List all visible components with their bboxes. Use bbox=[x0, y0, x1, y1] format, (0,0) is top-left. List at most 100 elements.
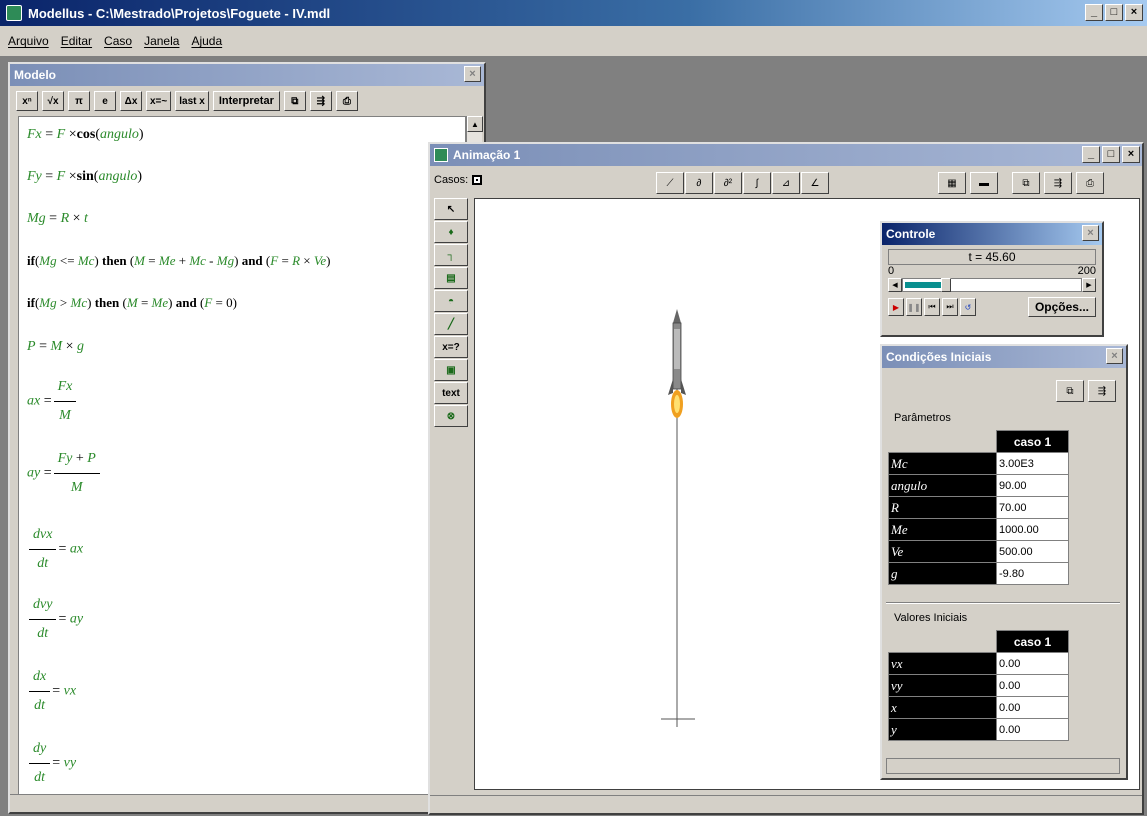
mdi-workspace: Modelo × xⁿ √x π e Δx x=~ last x Interpr… bbox=[0, 56, 1147, 816]
gauge-tool[interactable]: ◓ bbox=[434, 290, 468, 312]
equation-dx: dx dt = vx bbox=[27, 669, 76, 714]
animacao-minimize-button[interactable]: _ bbox=[1082, 146, 1100, 163]
opcoes-button[interactable]: Opções... bbox=[1027, 297, 1096, 317]
scroll-up-arrow-icon[interactable]: ▲ bbox=[467, 116, 483, 132]
graph-derivative-icon[interactable]: ∂ bbox=[685, 172, 713, 194]
power-button[interactable]: xⁿ bbox=[16, 91, 38, 111]
animacao-close-button[interactable]: × bbox=[1122, 146, 1140, 163]
condicoes-close-button[interactable]: × bbox=[1106, 348, 1123, 364]
level-indicator-tool[interactable]: ▤ bbox=[434, 267, 468, 289]
approx-button[interactable]: x=~ bbox=[146, 91, 172, 111]
graph-xy-icon[interactable]: ⟋ bbox=[656, 172, 684, 194]
variable-display-tool[interactable]: x=? bbox=[434, 336, 468, 358]
condicoes-status-bar bbox=[886, 758, 1120, 774]
select-pointer-tool[interactable]: ↖ bbox=[434, 198, 468, 220]
last-x-button[interactable]: last x bbox=[175, 91, 209, 111]
paste-icon[interactable]: ⇶ bbox=[1044, 172, 1072, 194]
interpretar-button[interactable]: Interpretar bbox=[212, 91, 280, 111]
pause-icon[interactable]: ❚❚ bbox=[906, 298, 922, 316]
var-value-input[interactable]: 0.00 bbox=[996, 696, 1069, 719]
table-row: Ve 500.00 bbox=[888, 540, 1069, 563]
slider-track[interactable] bbox=[902, 278, 1082, 292]
sqrt-button[interactable]: √x bbox=[42, 91, 64, 111]
e-button[interactable]: e bbox=[94, 91, 116, 111]
model-editor[interactable]: Fx = F ×cos(angulo) Fy = F ×sin(angulo) … bbox=[18, 116, 466, 796]
caso-1-checkbox[interactable] bbox=[472, 175, 483, 185]
time-range: 0 200 bbox=[882, 265, 1102, 277]
rewind-icon[interactable]: ⏮ bbox=[924, 298, 940, 316]
section-divider bbox=[886, 602, 1120, 604]
graph-tangent-icon[interactable]: ⊿ bbox=[772, 172, 800, 194]
time-label: t = bbox=[968, 250, 986, 264]
text-tool[interactable]: text bbox=[434, 382, 468, 404]
background-image-icon[interactable]: ▬ bbox=[970, 172, 998, 194]
controle-close-button[interactable]: × bbox=[1082, 225, 1099, 241]
var-value-input[interactable]: 0.00 bbox=[996, 674, 1069, 697]
pi-button[interactable]: π bbox=[68, 91, 90, 111]
menu-caso[interactable]: Caso bbox=[104, 34, 132, 48]
param-value-input[interactable]: 3.00E3 bbox=[996, 452, 1069, 475]
time-slider[interactable]: ◀ ▶ bbox=[888, 277, 1096, 293]
param-value-input[interactable]: -9.80 bbox=[996, 562, 1069, 585]
paste-icon[interactable]: ⇶ bbox=[309, 91, 332, 111]
controle-title-bar[interactable]: Controle × bbox=[882, 223, 1102, 245]
param-value-input[interactable]: 500.00 bbox=[996, 540, 1069, 563]
param-value-input[interactable]: 90.00 bbox=[996, 474, 1069, 497]
graph-angle-icon[interactable]: ∠ bbox=[801, 172, 829, 194]
menu-arquivo[interactable]: Arquivo bbox=[8, 34, 49, 48]
print-icon[interactable]: ⎙ bbox=[335, 91, 358, 111]
copy-icon[interactable]: ⧉ bbox=[283, 91, 306, 111]
app-restore-button[interactable]: □ bbox=[1105, 4, 1123, 21]
table-view-icon[interactable]: ▦ bbox=[938, 172, 966, 194]
paste-icon[interactable]: ⇶ bbox=[1088, 380, 1116, 402]
var-name: x bbox=[888, 696, 997, 719]
animacao-title: Animação 1 bbox=[453, 148, 521, 162]
menu-editar[interactable]: Editar bbox=[61, 34, 92, 48]
range-max: 200 bbox=[1077, 265, 1096, 277]
valores-iniciais-table: caso 1 vx 0.00 vy 0.00 x 0.00 y 0.00 bbox=[888, 630, 1069, 741]
slider-right-arrow-icon[interactable]: ▶ bbox=[1082, 278, 1096, 292]
animacao-title-bar[interactable]: Animação 1 _ □ × bbox=[430, 144, 1142, 166]
var-value-input[interactable]: 0.00 bbox=[996, 718, 1069, 741]
replay-icon[interactable]: ↺ bbox=[960, 298, 976, 316]
app-minimize-button[interactable]: _ bbox=[1085, 4, 1103, 21]
rocket-icon[interactable] bbox=[668, 309, 686, 418]
modelo-close-button[interactable]: × bbox=[464, 66, 481, 82]
graph-second-derivative-icon[interactable]: ∂² bbox=[714, 172, 742, 194]
slider-left-arrow-icon[interactable]: ◀ bbox=[888, 278, 902, 292]
equation-dy: dy dt = vy bbox=[27, 741, 76, 786]
equation-fy: Fy = F ×sin(angulo) bbox=[27, 169, 142, 184]
copy-icon[interactable]: ⧉ bbox=[1012, 172, 1040, 194]
param-name: Mc bbox=[888, 452, 997, 475]
particle-tool[interactable]: ♦ bbox=[434, 221, 468, 243]
app-close-button[interactable]: × bbox=[1125, 4, 1143, 21]
print-icon[interactable]: ⎙ bbox=[1076, 172, 1104, 194]
animacao-maximize-button[interactable]: □ bbox=[1102, 146, 1120, 163]
controle-title: Controle bbox=[886, 227, 936, 241]
delta-button[interactable]: Δx bbox=[120, 91, 142, 111]
var-value-input[interactable]: 0.00 bbox=[996, 652, 1069, 675]
play-icon[interactable]: ▶ bbox=[888, 298, 904, 316]
vector-tool[interactable]: ┐ bbox=[434, 244, 468, 266]
menu-janela[interactable]: Janela bbox=[144, 34, 179, 48]
time-display: t = 45.60 bbox=[888, 249, 1096, 265]
table-row: y 0.00 bbox=[888, 718, 1069, 741]
image-tool[interactable]: ▣ bbox=[434, 359, 468, 381]
geometry-tool[interactable]: ⊗ bbox=[434, 405, 468, 427]
modelo-title-bar[interactable]: Modelo × bbox=[10, 64, 484, 86]
graph-tool[interactable]: ╱ bbox=[434, 313, 468, 335]
condicoes-title-bar[interactable]: Condições Iniciais × bbox=[882, 346, 1126, 368]
step-icon[interactable]: ⏭ bbox=[942, 298, 958, 316]
casos-label: Casos: bbox=[434, 174, 469, 186]
table-row: x 0.00 bbox=[888, 696, 1069, 719]
slider-thumb[interactable] bbox=[941, 278, 951, 292]
menu-ajuda[interactable]: Ajuda bbox=[191, 34, 222, 48]
table-row: R 70.00 bbox=[888, 496, 1069, 519]
animation-object-toolbar: ↖ ♦ ┐ ▤ ◓ ╱ x=? ▣ text ⊗ bbox=[434, 198, 468, 427]
copy-icon[interactable]: ⧉ bbox=[1056, 380, 1084, 402]
param-value-input[interactable]: 1000.00 bbox=[996, 518, 1069, 541]
casos-selector: Casos: bbox=[434, 174, 483, 186]
graph-area-icon[interactable]: ∫ bbox=[743, 172, 771, 194]
param-value-input[interactable]: 70.00 bbox=[996, 496, 1069, 519]
modellus-app-icon[interactable] bbox=[6, 5, 22, 21]
